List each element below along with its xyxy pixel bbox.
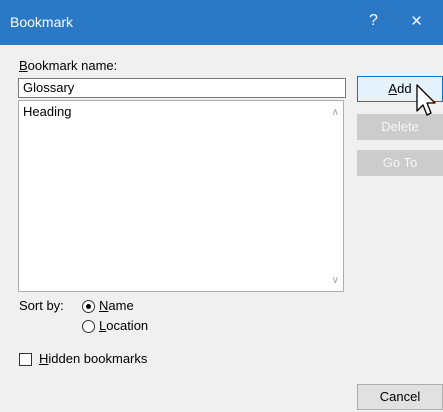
sort-by-label: Sort by: <box>19 298 64 313</box>
sort-location-radio[interactable] <box>82 320 95 333</box>
hidden-bookmarks-label[interactable]: Hidden bookmarks <box>39 351 147 366</box>
sort-name-radio[interactable] <box>82 300 95 313</box>
chevron-down-icon[interactable]: ∨ <box>332 275 339 286</box>
title-bar: Bookmark ? × <box>0 0 443 45</box>
close-button[interactable]: × <box>411 12 422 31</box>
help-button[interactable]: ? <box>369 12 378 30</box>
cancel-button[interactable]: Cancel <box>357 384 443 410</box>
bookmark-name-input[interactable] <box>18 78 346 98</box>
bookmark-list[interactable]: Heading ∧ ∨ <box>18 100 344 292</box>
chevron-up-icon[interactable]: ∧ <box>332 107 339 118</box>
radio-selected-dot <box>86 304 91 309</box>
go-to-button[interactable]: Go To <box>357 150 443 176</box>
delete-button[interactable]: Delete <box>357 114 443 140</box>
add-button[interactable]: Add <box>357 76 443 102</box>
hidden-bookmarks-checkbox[interactable] <box>19 353 32 366</box>
sort-location-label[interactable]: Location <box>99 318 148 333</box>
dialog-title: Bookmark <box>10 14 74 30</box>
list-item[interactable]: Heading <box>23 104 71 119</box>
bookmark-name-label: Bookmark name: <box>19 58 118 73</box>
sort-name-label[interactable]: Name <box>99 298 134 313</box>
